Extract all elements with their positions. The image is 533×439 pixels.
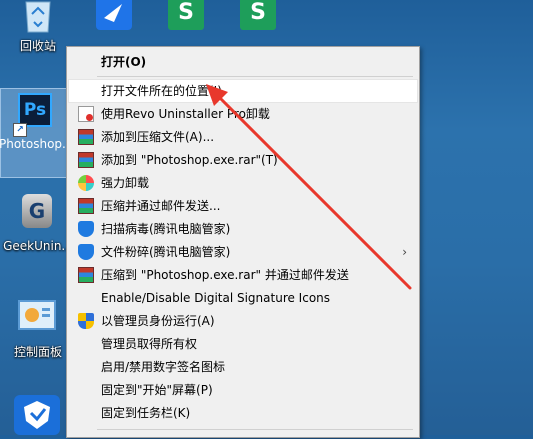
desktop-icon-geek-uninstaller[interactable]: G GeekUnin... bbox=[0, 188, 76, 258]
photoshop-icon: Ps bbox=[18, 93, 52, 127]
menu-item-label: 打开文件所在的位置(I) bbox=[101, 84, 222, 98]
desktop-icon-label: 回收站 bbox=[19, 39, 56, 53]
menu-separator bbox=[97, 76, 413, 77]
menu-item-label: 使用Revo Uninstaller Pro卸载 bbox=[101, 107, 270, 121]
revo-uninstaller-icon bbox=[78, 106, 94, 122]
winrar-icon bbox=[78, 198, 94, 214]
menu-item-pin-to-taskbar[interactable]: 固定到任务栏(K) bbox=[69, 402, 417, 424]
menu-item-label: 添加到压缩文件(A)... bbox=[101, 130, 215, 144]
winrar-icon bbox=[78, 152, 94, 168]
menu-item-label: 添加到 "Photoshop.exe.rar"(T) bbox=[101, 153, 278, 167]
menu-item-label: 管理员取得所有权 bbox=[101, 337, 198, 351]
desktop-icon-control-panel[interactable]: 控制面板 bbox=[0, 296, 76, 366]
menu-item-label: 文件粉碎(腾讯电脑管家) bbox=[101, 245, 231, 259]
menu-item-toggle-signature-icons[interactable]: 启用/禁用数字签名图标 bbox=[69, 356, 417, 378]
menu-item-pin-to-start[interactable]: 固定到"开始"屏幕(P) bbox=[69, 379, 417, 401]
menu-item-label: 打开(O) bbox=[101, 55, 147, 69]
menu-item-label: 扫描病毒(腾讯电脑管家) bbox=[101, 222, 231, 236]
menu-item-revo-uninstall[interactable]: 使用Revo Uninstaller Pro卸载 bbox=[69, 103, 417, 125]
wps-spreadsheet-icon[interactable]: S bbox=[240, 0, 276, 30]
menu-item-open[interactable]: 打开(O) bbox=[69, 51, 417, 73]
desktop-icon-label: 控制面板 bbox=[13, 345, 62, 359]
menu-item-take-ownership[interactable]: 管理员取得所有权 bbox=[69, 333, 417, 355]
control-panel-icon bbox=[18, 300, 56, 330]
recycle-bin-icon bbox=[25, 1, 51, 33]
desktop-icon-photoshop[interactable]: Ps ↗ Photoshop.exe bbox=[0, 88, 88, 178]
menu-item-label: 强力卸载 bbox=[101, 176, 150, 190]
tencent-pc-manager-icon[interactable] bbox=[14, 395, 60, 435]
menu-item-add-to-rar[interactable]: 添加到 "Photoshop.exe.rar"(T) bbox=[69, 149, 417, 171]
menu-item-label: 固定到"开始"屏幕(P) bbox=[101, 383, 213, 397]
desktop-icon-label: GeekUnin... bbox=[3, 239, 73, 253]
menu-item-open-file-location[interactable]: 打开文件所在的位置(I) bbox=[68, 79, 418, 103]
geek-uninstaller-icon: G bbox=[22, 194, 52, 228]
menu-item-label: 以管理员身份运行(A) bbox=[101, 314, 215, 328]
menu-item-label: 压缩到 "Photoshop.exe.rar" 并通过邮件发送 bbox=[101, 268, 349, 282]
menu-item-label: 启用/禁用数字签名图标 bbox=[101, 360, 226, 374]
feishu-app-icon[interactable] bbox=[96, 0, 132, 30]
menu-item-run-as-admin[interactable]: 以管理员身份运行(A) bbox=[69, 310, 417, 332]
desktop-icon-label: Photoshop.exe bbox=[0, 137, 88, 151]
winrar-icon bbox=[78, 267, 94, 283]
uac-shield-icon bbox=[78, 313, 94, 329]
menu-item-compress-and-email[interactable]: 压缩并通过邮件发送... bbox=[69, 195, 417, 217]
winrar-icon bbox=[78, 129, 94, 145]
menu-item-virus-scan[interactable]: 扫描病毒(腾讯电脑管家) bbox=[69, 218, 417, 240]
menu-item-compress-to-rar-and-email[interactable]: 压缩到 "Photoshop.exe.rar" 并通过邮件发送 bbox=[69, 264, 417, 286]
wps-spreadsheet-icon[interactable]: S bbox=[168, 0, 204, 30]
context-menu: 打开(O) 打开文件所在的位置(I) 使用Revo Uninstaller Pr… bbox=[66, 46, 420, 438]
tencent-shield-icon bbox=[78, 221, 94, 237]
menu-item-force-uninstall[interactable]: 强力卸载 bbox=[69, 172, 417, 194]
tencent-shield-icon bbox=[78, 244, 94, 260]
menu-item-label: 压缩并通过邮件发送... bbox=[101, 199, 221, 213]
menu-item-digital-signature-icons[interactable]: Enable/Disable Digital Signature Icons bbox=[69, 287, 417, 309]
menu-item-label: 固定到任务栏(K) bbox=[101, 406, 191, 420]
menu-item-label: Enable/Disable Digital Signature Icons bbox=[101, 291, 331, 305]
chevron-right-icon: › bbox=[402, 245, 407, 259]
menu-item-file-shredder[interactable]: 文件粉碎(腾讯电脑管家) › bbox=[69, 241, 417, 263]
menu-separator bbox=[97, 429, 413, 430]
menu-item-add-to-archive[interactable]: 添加到压缩文件(A)... bbox=[69, 126, 417, 148]
flower-icon bbox=[78, 175, 94, 191]
